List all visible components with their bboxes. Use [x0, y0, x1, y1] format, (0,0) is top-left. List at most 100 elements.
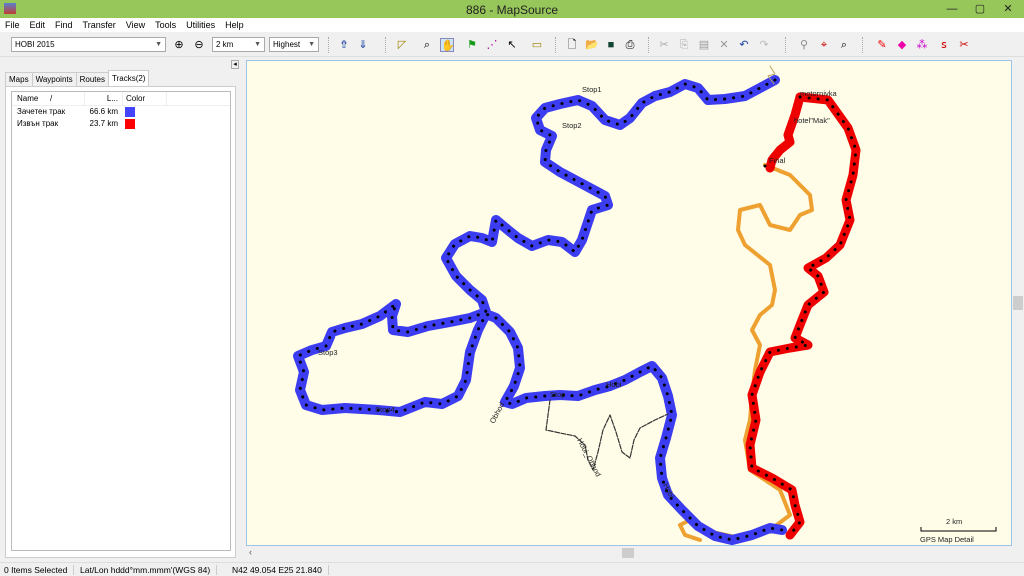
- save-icon[interactable]: ■: [604, 38, 618, 52]
- separator: [555, 37, 556, 53]
- tracks-list: Name / L... Color Зачетен трак 66.6 km И…: [5, 86, 236, 558]
- label-hobi-obhod[interactable]: Hobi_Obhod: [575, 437, 603, 478]
- menu-edit[interactable]: Edit: [25, 18, 51, 32]
- track-red[interactable]: [745, 92, 861, 540]
- label-hotel[interactable]: hotel"Mak": [794, 116, 830, 125]
- coordinate-format: Lat/Lon hddd°mm.mmm'(WGS 84): [80, 565, 218, 575]
- label-stop[interactable]: Stop: [550, 390, 565, 399]
- label-stop1[interactable]: Stop1: [582, 85, 602, 94]
- detail-value: Highest: [273, 40, 301, 49]
- track-black[interactable]: [545, 399, 669, 471]
- chevron-down-icon: ▼: [155, 41, 162, 48]
- scale-label: 2 km: [946, 517, 962, 526]
- collapse-panel-button[interactable]: ◂: [231, 60, 239, 69]
- measure-tool-icon[interactable]: ▭: [530, 38, 544, 52]
- label-stop2[interactable]: Stop2: [562, 121, 582, 130]
- menu-find[interactable]: Find: [50, 18, 78, 32]
- zoom-in-icon[interactable]: ⊕: [172, 38, 186, 52]
- table-row[interactable]: Зачетен трак 66.6 km: [12, 106, 230, 118]
- label-motornivka[interactable]: motornivka: [800, 89, 838, 98]
- panel-tabs: Maps Waypoints Routes Tracks(2): [5, 70, 150, 86]
- track-blue[interactable]: [293, 75, 787, 545]
- tab-maps[interactable]: Maps: [5, 72, 33, 86]
- hand-tool-icon[interactable]: ✋: [440, 38, 455, 52]
- tab-waypoints[interactable]: Waypoints: [31, 72, 77, 86]
- undo-icon[interactable]: ↶: [737, 38, 751, 52]
- delete-icon[interactable]: ✕: [717, 38, 731, 52]
- track-color-swatch: [125, 107, 135, 117]
- column-name[interactable]: Name: [17, 92, 38, 106]
- separator: [328, 37, 329, 53]
- toolbar: HOBI 2015 ▼ ⊕ ⊖ 2 km ▼ Highest ▼ ⇮ ⇓ ◸ ⌕ ✋ …: [0, 33, 1024, 57]
- label-obhod[interactable]: Obhod: [488, 401, 507, 425]
- label-final[interactable]: Final: [769, 156, 786, 165]
- column-length[interactable]: L...: [84, 92, 118, 106]
- close-button[interactable]: ✕: [996, 0, 1020, 18]
- selection-tool-icon[interactable]: ↖: [505, 38, 519, 52]
- track-erase-icon[interactable]: ◆: [895, 38, 909, 52]
- zoom-scale-select[interactable]: 2 km ▼: [212, 37, 265, 52]
- open-file-icon[interactable]: 📂: [585, 38, 599, 52]
- menu-tools[interactable]: Tools: [150, 18, 181, 32]
- selection-status: 0 Items Selected: [4, 565, 75, 575]
- find-nearby-icon[interactable]: ⌖: [817, 38, 831, 52]
- receive-from-device-icon[interactable]: ⇓: [356, 38, 370, 52]
- track-join-icon[interactable]: ꜱ: [937, 38, 951, 52]
- zoom-tool-icon[interactable]: ⌕: [420, 38, 434, 52]
- chevron-down-icon: ▼: [254, 41, 261, 48]
- vertical-scrollbar[interactable]: [1012, 58, 1024, 561]
- detail-select[interactable]: Highest ▼: [269, 37, 319, 52]
- map-view[interactable]: Stop1 Stop2 Stop3 Stop4 Stop Hobi Hobi O…: [246, 60, 1012, 546]
- cut-icon[interactable]: ✂: [657, 38, 671, 52]
- label-stop3[interactable]: Stop3: [318, 348, 338, 357]
- column-color[interactable]: Color: [122, 92, 167, 106]
- waypoint-tool-icon[interactable]: ⚑: [465, 38, 479, 52]
- scrollbar-thumb[interactable]: [622, 548, 634, 558]
- track-orange[interactable]: [678, 163, 814, 542]
- title-bar: 886 - MapSource — ▢ ✕: [0, 0, 1024, 18]
- menu-help[interactable]: Help: [220, 18, 249, 32]
- menu-utilities[interactable]: Utilities: [181, 18, 220, 32]
- maximize-button[interactable]: ▢: [968, 0, 992, 18]
- table-row[interactable]: Извън трак 23.7 km: [12, 118, 230, 130]
- map-product-select[interactable]: HOBI 2015 ▼: [11, 37, 166, 52]
- redo-icon[interactable]: ↷: [757, 38, 771, 52]
- cursor-position: N42 49.054 E25 21.840: [232, 565, 329, 575]
- track-name: Извън трак: [17, 119, 59, 128]
- map-detail-label: GPS Map Detail: [920, 535, 974, 544]
- track-blue-dots: [296, 78, 784, 542]
- horizontal-scrollbar[interactable]: ‹: [246, 546, 1012, 560]
- find-recent-icon[interactable]: ⌕: [837, 38, 851, 52]
- menu-transfer[interactable]: Transfer: [78, 18, 121, 32]
- label-hobi[interactable]: Hobi: [606, 380, 622, 389]
- status-bar: 0 Items Selected Lat/Lon hddd°mm.mmm'(WG…: [0, 562, 1024, 576]
- separator: [648, 37, 649, 53]
- map-tool-icon[interactable]: ◸: [395, 38, 409, 52]
- find-icon[interactable]: ⚲: [797, 38, 811, 52]
- print-icon[interactable]: ⎙: [623, 38, 637, 52]
- minimize-button[interactable]: —: [940, 0, 964, 18]
- zoom-out-icon[interactable]: ⊖: [192, 38, 206, 52]
- new-file-icon[interactable]: 🗋: [565, 38, 579, 52]
- copy-icon[interactable]: ⎘: [677, 38, 691, 52]
- send-to-device-icon[interactable]: ⇮: [337, 38, 351, 52]
- paste-icon[interactable]: ▤: [697, 38, 711, 52]
- track-draw-icon[interactable]: ✎: [875, 38, 889, 52]
- tab-routes[interactable]: Routes: [75, 72, 109, 86]
- scroll-left-icon[interactable]: ‹: [249, 547, 252, 557]
- map-product-value: HOBI 2015: [15, 40, 55, 49]
- tab-tracks[interactable]: Tracks(2): [107, 70, 150, 86]
- label-stop4[interactable]: Stop4: [375, 405, 395, 414]
- scrollbar-thumb[interactable]: [1013, 296, 1023, 310]
- separator: [385, 37, 386, 53]
- final-waypoint-icon[interactable]: [763, 164, 767, 168]
- left-panel: ◂ Maps Waypoints Routes Tracks(2) Name / L.…: [0, 58, 242, 561]
- route-tool-icon[interactable]: ⋰: [485, 38, 499, 52]
- track-select-icon[interactable]: ⁂: [915, 38, 929, 52]
- menu-file[interactable]: File: [0, 18, 25, 32]
- sort-indicator: /: [50, 94, 53, 103]
- track-split-icon[interactable]: ✂: [957, 38, 971, 52]
- track-name: Зачетен трак: [17, 107, 66, 116]
- scale-bar: 2 km GPS Map Detail: [920, 517, 997, 544]
- menu-view[interactable]: View: [121, 18, 150, 32]
